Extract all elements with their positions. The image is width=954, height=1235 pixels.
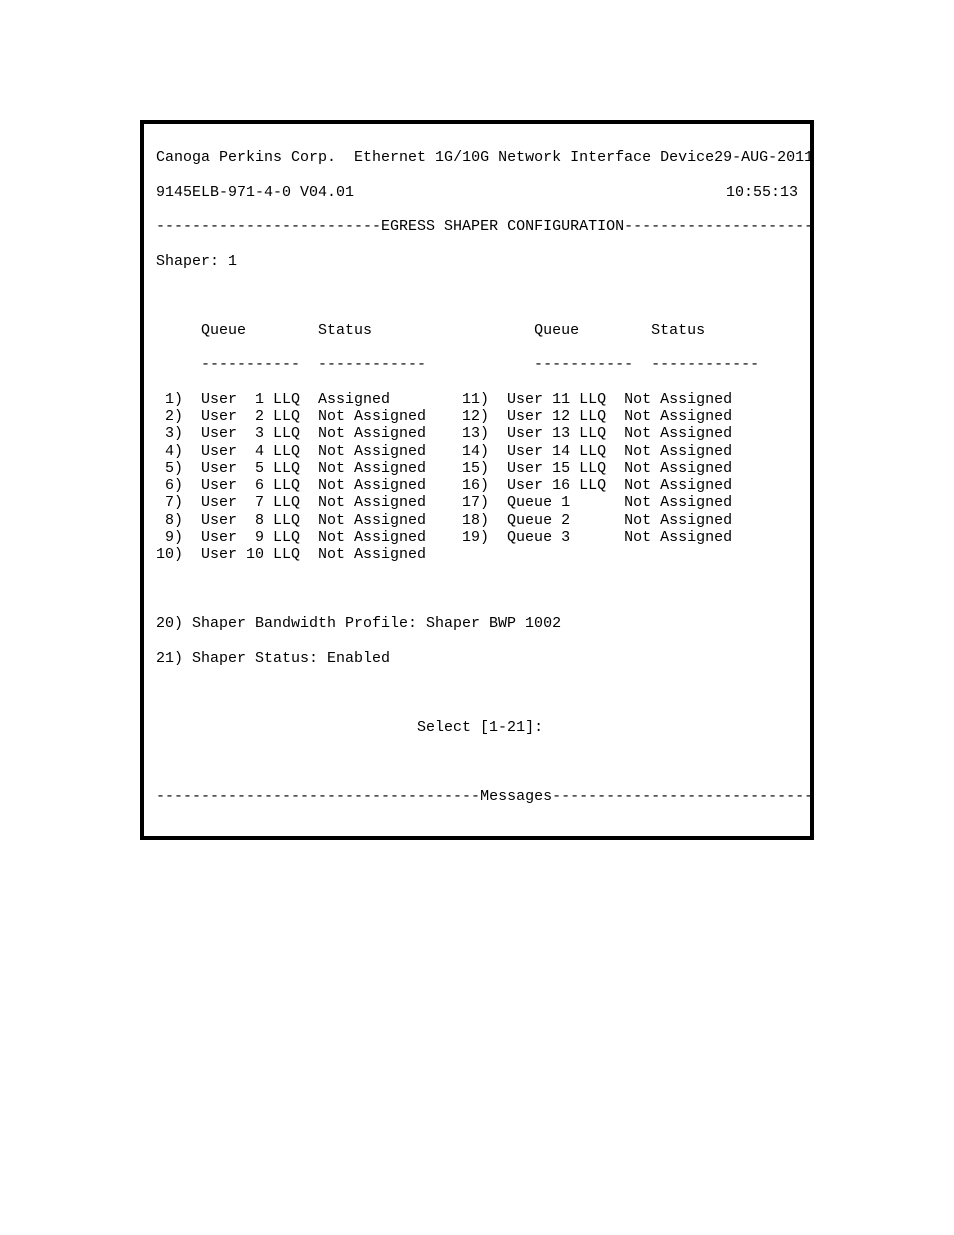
queue-row[interactable]: 3) User 3 LLQ Not Assigned 13) User 13 L…: [156, 425, 798, 442]
queue-row[interactable]: 5) User 5 LLQ Not Assigned 15) User 15 L…: [156, 460, 798, 477]
col-queue-right: Queue: [534, 322, 579, 339]
section-title: EGRESS SHAPER CONFIGURATION: [381, 218, 624, 235]
date: 29-AUG-2011: [714, 149, 813, 166]
queue-row[interactable]: 1) User 1 LLQ Assigned 11) User 11 LLQ N…: [156, 391, 798, 408]
shaper-label: Shaper: 1: [156, 253, 798, 270]
menu-option-20[interactable]: 20) Shaper Bandwidth Profile: Shaper BWP…: [156, 615, 798, 632]
select-prompt[interactable]: Select [1-21]:: [156, 719, 798, 736]
col-status-left: Status: [318, 322, 372, 339]
queue-row[interactable]: 9) User 9 LLQ Not Assigned 19) Queue 3 N…: [156, 529, 798, 546]
queue-row[interactable]: 10) User 10 LLQ Not Assigned: [156, 546, 798, 563]
messages-divider: ------------------------------------Mess…: [156, 788, 798, 805]
section-divider: -------------------------EGRESS SHAPER C…: [156, 218, 798, 235]
queue-row[interactable]: 4) User 4 LLQ Not Assigned 14) User 14 L…: [156, 443, 798, 460]
col-status-right: Status: [651, 322, 705, 339]
company-name: Canoga Perkins Corp.: [156, 149, 336, 166]
queue-row[interactable]: 8) User 8 LLQ Not Assigned 18) Queue 2 N…: [156, 512, 798, 529]
menu-option-21[interactable]: 21) Shaper Status: Enabled: [156, 650, 798, 667]
messages-label: Messages: [480, 788, 552, 805]
col-divider: ----------- ------------ ----------- ---…: [156, 356, 798, 373]
col-queue-left: Queue: [201, 322, 246, 339]
queue-row[interactable]: 2) User 2 LLQ Not Assigned 12) User 12 L…: [156, 408, 798, 425]
queue-row[interactable]: 6) User 6 LLQ Not Assigned 16) User 16 L…: [156, 477, 798, 494]
time: 10:55:13: [726, 184, 798, 201]
device-title: Ethernet 1G/10G Network Interface Device: [354, 149, 714, 166]
model: 9145ELB-971-4-0 V04.01: [156, 184, 354, 201]
terminal-screen: Canoga Perkins Corp. Ethernet 1G/10G Net…: [140, 120, 814, 840]
queue-row[interactable]: 7) User 7 LLQ Not Assigned 17) Queue 1 N…: [156, 494, 798, 511]
